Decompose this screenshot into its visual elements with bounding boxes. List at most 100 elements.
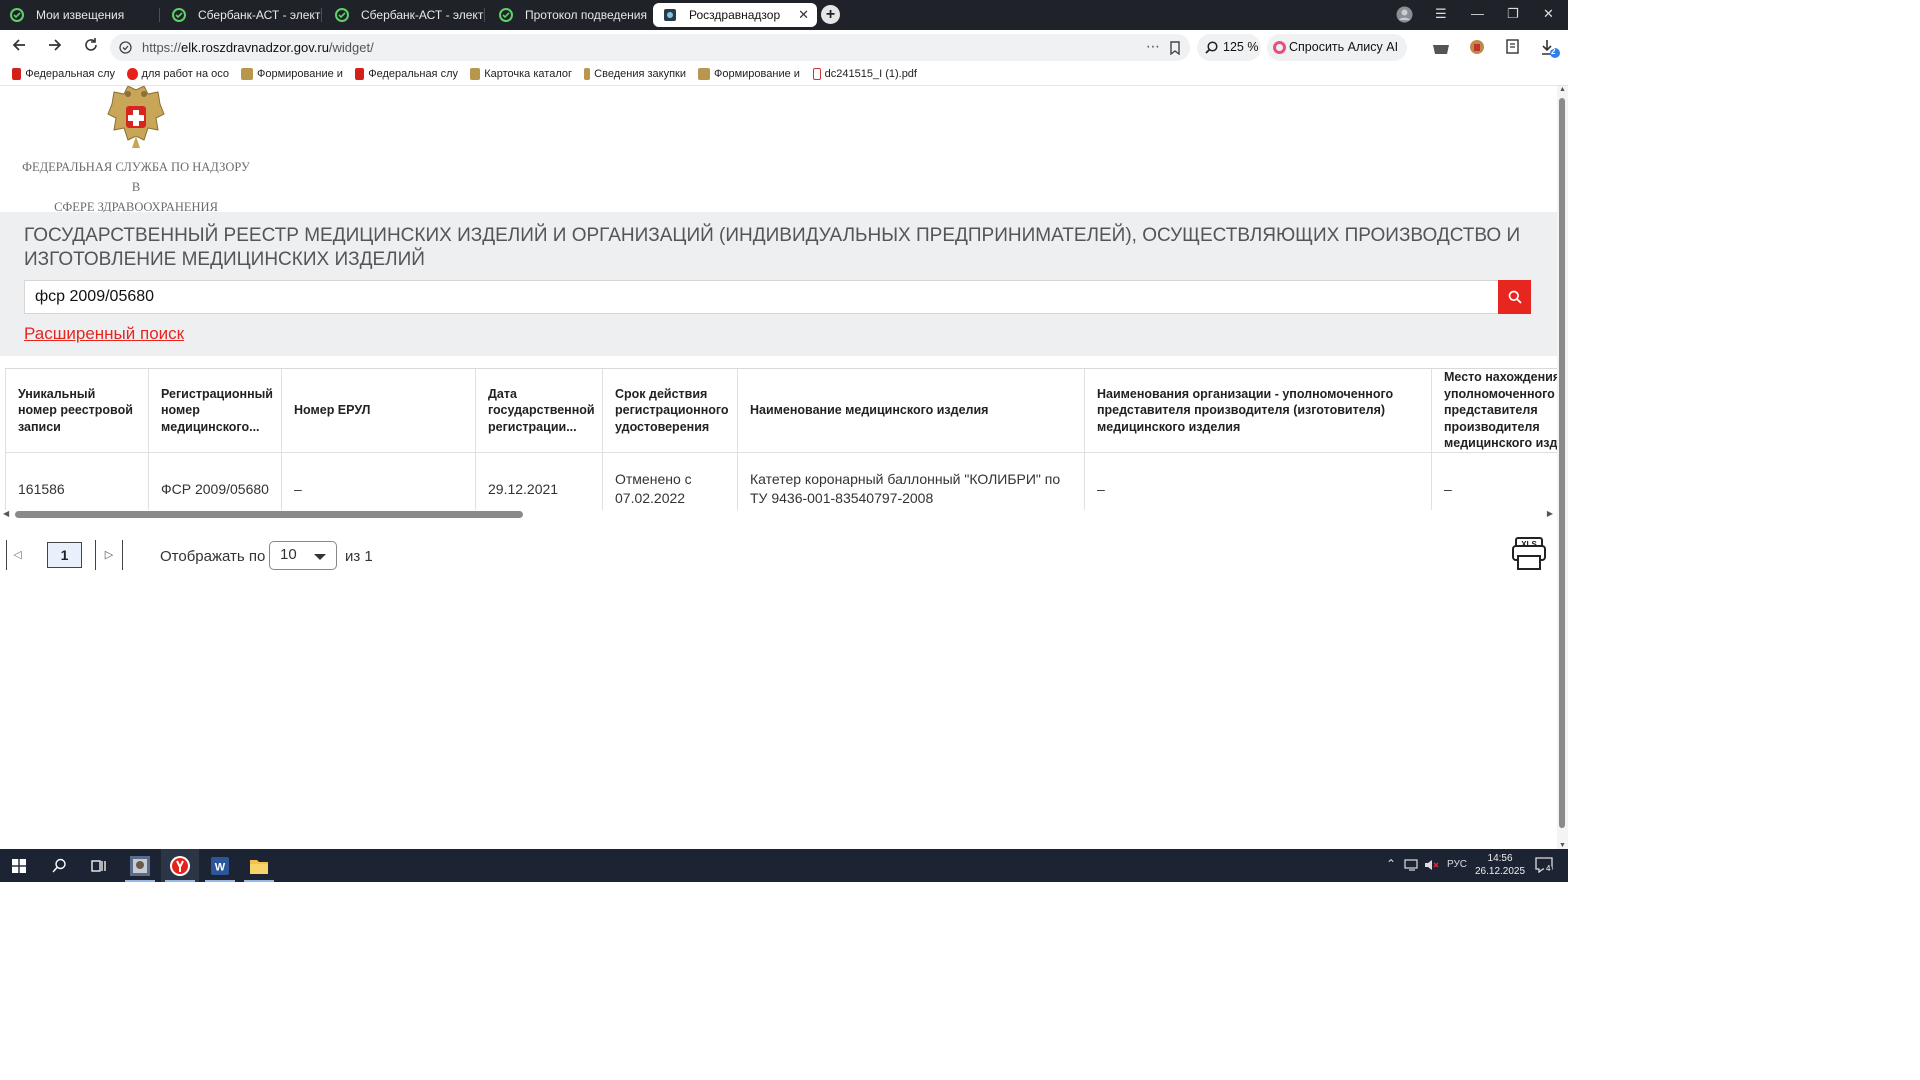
site-info-icon[interactable] xyxy=(119,41,132,54)
scroll-down-arrow-icon[interactable]: ▼ xyxy=(1559,842,1566,849)
collections-icon[interactable] xyxy=(1504,38,1521,60)
alice-icon xyxy=(1273,41,1286,54)
taskbar-clock[interactable]: 14:56 26.12.2025 xyxy=(1475,852,1525,878)
bookmarks-bar: Федеральная слу для работ на осо Формиро… xyxy=(0,64,1568,86)
site-logo[interactable]: Федеральная служба по надзору в сфере зд… xyxy=(20,86,252,214)
pagination: ◁ 1 ▷ Отображать по 10 из 1 xyxy=(6,538,606,572)
search-button[interactable] xyxy=(1498,280,1531,314)
network-icon[interactable] xyxy=(1404,858,1420,875)
taskbar-app-word[interactable]: W xyxy=(201,849,239,882)
current-page-button[interactable]: 1 xyxy=(47,542,82,568)
per-page-select[interactable]: 10 xyxy=(269,541,337,570)
ask-alice-button[interactable]: Спросить Алису AI xyxy=(1267,34,1407,61)
cell-device-name: Катетер коронарный баллонный "КОЛИБРИ" п… xyxy=(737,452,1085,510)
close-tab-icon[interactable]: ✕ xyxy=(798,7,809,23)
reload-icon[interactable] xyxy=(83,37,99,58)
taskbar-app-file-explorer[interactable] xyxy=(240,849,278,882)
bookmark-item[interactable]: Карточка каталог xyxy=(470,68,572,80)
advanced-search-link[interactable]: Расширенный поиск xyxy=(24,324,184,344)
column-header[interactable]: Номер ЕРУЛ xyxy=(281,369,476,453)
extension-icon[interactable] xyxy=(1432,40,1450,60)
zoom-indicator[interactable]: 125 % xyxy=(1197,34,1261,61)
language-indicator[interactable]: РУС xyxy=(1447,859,1467,870)
coat-of-arms-icon xyxy=(470,68,481,80)
start-button[interactable] xyxy=(0,849,38,882)
tray-expand-icon[interactable]: ⌃ xyxy=(1386,857,1396,871)
registry-title: Государственный реестр медицинских издел… xyxy=(24,225,1521,270)
taskbar-app-image-viewer[interactable] xyxy=(121,849,159,882)
search-taskbar-button[interactable] xyxy=(40,849,78,882)
column-header[interactable]: Дата государственной регистрации... xyxy=(475,369,603,453)
restore-icon[interactable]: ❐ xyxy=(1507,6,1519,22)
bookmark-item[interactable]: dc241515_I (1).pdf xyxy=(813,68,917,80)
back-arrow-icon[interactable] xyxy=(11,37,27,58)
cell-unique-number: 161586 xyxy=(5,452,149,510)
results-table: Уникальный номер реестровой записи Регис… xyxy=(5,368,1557,510)
export-xls-button[interactable]: XLS xyxy=(1510,536,1548,572)
cell-representative-org: – xyxy=(1084,452,1432,510)
forward-arrow-icon[interactable] xyxy=(47,37,63,58)
zoom-icon xyxy=(1205,41,1218,54)
emblem-extension-icon[interactable] xyxy=(1468,38,1486,61)
bookmark-item[interactable]: Формирование и xyxy=(241,68,343,80)
downloads-icon[interactable]: 2 xyxy=(1540,38,1560,63)
bookmark-item[interactable]: Формирование и xyxy=(698,68,800,80)
bookmark-item[interactable]: Сведения закупки xyxy=(584,68,686,80)
tab-roszdravnadzor[interactable]: Росздравнадзор ✕ xyxy=(653,3,817,27)
chevron-down-icon xyxy=(314,554,326,560)
column-header[interactable]: Наименования организации - уполномоченно… xyxy=(1084,369,1432,453)
minimize-icon[interactable]: — xyxy=(1471,6,1484,21)
scrollbar-thumb[interactable] xyxy=(15,511,523,518)
tab-favicon-icon xyxy=(664,9,676,21)
new-tab-button[interactable]: + xyxy=(821,5,840,24)
tab-my-notices[interactable]: Мои извещения xyxy=(0,3,160,27)
eagle-emblem-icon xyxy=(12,68,22,80)
zoom-value: 125 % xyxy=(1223,40,1259,54)
next-page-button[interactable]: ▷ xyxy=(95,540,123,570)
bookmark-item[interactable]: для работ на осо xyxy=(127,68,229,80)
scroll-right-arrow-icon[interactable]: ▶ xyxy=(1547,509,1553,518)
close-window-icon[interactable]: ✕ xyxy=(1543,6,1554,22)
bookmark-item[interactable]: Федеральная слу xyxy=(12,68,115,80)
menu-icon[interactable]: ☰ xyxy=(1435,6,1447,22)
page-vertical-scrollbar[interactable]: ▲ ▼ xyxy=(1557,86,1568,849)
previous-page-button[interactable]: ◁ xyxy=(6,540,28,570)
table-row[interactable]: 161586 ФСР 2009/05680 – 29.12.2021 Отмен… xyxy=(5,452,1557,510)
profile-avatar-icon[interactable] xyxy=(1396,6,1413,26)
tab-favicon-icon xyxy=(172,8,186,22)
scrollbar-thumb[interactable] xyxy=(1559,98,1565,828)
tab-title: Сбербанк-АСТ - электрон xyxy=(361,8,485,22)
scroll-up-arrow-icon[interactable]: ▲ xyxy=(1559,86,1566,93)
address-bar[interactable]: https://elk.roszdravnadzor.gov.ru/widget… xyxy=(110,34,1190,61)
column-header[interactable]: Уникальный номер реестровой записи xyxy=(5,369,149,453)
task-view-icon xyxy=(90,859,106,872)
taskbar-app-yandex-browser[interactable] xyxy=(161,849,199,882)
column-header[interactable]: Наименование медицинского изделия xyxy=(737,369,1085,453)
task-view-button[interactable] xyxy=(79,849,117,882)
tab-title: Мои извещения xyxy=(36,8,125,22)
volume-muted-icon[interactable] xyxy=(1424,858,1440,875)
column-header[interactable]: Место нахождения уполномоченного предста… xyxy=(1431,369,1557,453)
bookmark-item[interactable]: Федеральная слу xyxy=(355,68,458,80)
more-dots-icon[interactable]: ⋯ xyxy=(1146,38,1160,55)
page-content: Федеральная служба по надзору в сфере зд… xyxy=(0,86,1557,849)
scroll-left-arrow-icon[interactable]: ◀ xyxy=(3,509,9,518)
column-header[interactable]: Срок действия регистрационного удостовер… xyxy=(602,369,738,453)
per-page-value: 10 xyxy=(280,546,297,563)
clock-time: 14:56 xyxy=(1487,853,1513,864)
tab-sberbank-ast-1[interactable]: Сбербанк-АСТ - электрон xyxy=(162,3,322,27)
table-horizontal-scrollbar[interactable]: ◀ ▶ xyxy=(3,509,1553,518)
org-name: Федеральная служба по надзору в сфере зд… xyxy=(22,160,250,214)
svg-text:W: W xyxy=(215,861,226,873)
search-input[interactable]: фср 2009/05680 xyxy=(24,280,1499,314)
yandex-icon xyxy=(127,68,138,80)
action-center-icon[interactable]: 4 xyxy=(1535,857,1553,876)
coat-of-arms-icon xyxy=(584,68,591,80)
column-header[interactable]: Регистрационный номер медицинского... xyxy=(148,369,282,453)
cell-registration-number: ФСР 2009/05680 xyxy=(148,452,282,510)
tab-sberbank-ast-2[interactable]: Сбербанк-АСТ - электрон xyxy=(325,3,485,27)
windows-logo-icon xyxy=(12,858,26,873)
tab-title: Протокол подведения ит xyxy=(525,8,649,22)
bookmark-icon[interactable] xyxy=(1169,41,1181,55)
tab-protocol[interactable]: Протокол подведения ит xyxy=(489,3,649,27)
